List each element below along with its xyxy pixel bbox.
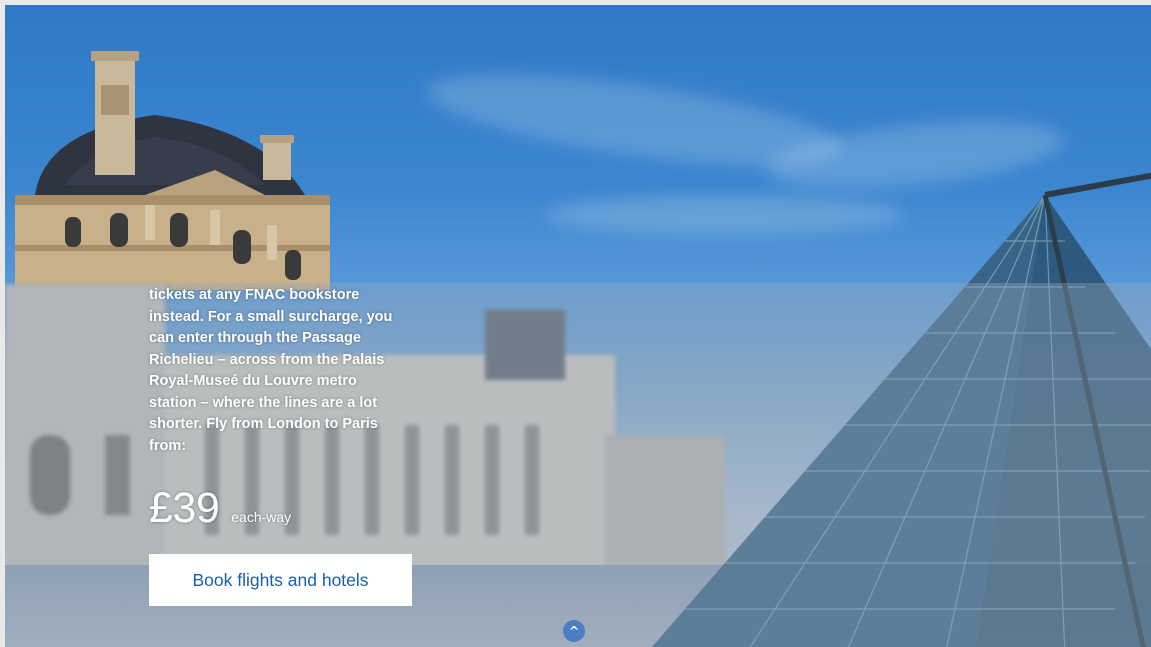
promo-text-line: tickets at any FNAC bookstore (149, 287, 360, 303)
promo-text-line: shorter. Fly from London to Paris (149, 416, 378, 432)
price-value: £39 (149, 484, 220, 532)
promo-text-line: Richelieu – across from the Palais (149, 351, 385, 368)
book-flights-hotels-button[interactable]: Book flights and hotels (149, 554, 412, 606)
price-row: £39 each-way (149, 484, 291, 533)
promo-text-line: station – where the lines are a lot (149, 394, 378, 411)
promo-text-line: Royal-Museé du Louvre metro (149, 373, 357, 389)
promo-text-line: from: (149, 437, 187, 454)
promo-text-line: instead. For a small surcharge, you (149, 308, 393, 325)
price-suffix: each-way (231, 509, 292, 525)
louvre-pavilion-illustration (15, 51, 330, 290)
promo-description: tickets at any FNAC bookstore instead. Fo… (149, 285, 419, 457)
chevron-up-icon[interactable]: ^ (563, 620, 585, 642)
promo-text-line: can enter through the Passage (149, 330, 361, 346)
